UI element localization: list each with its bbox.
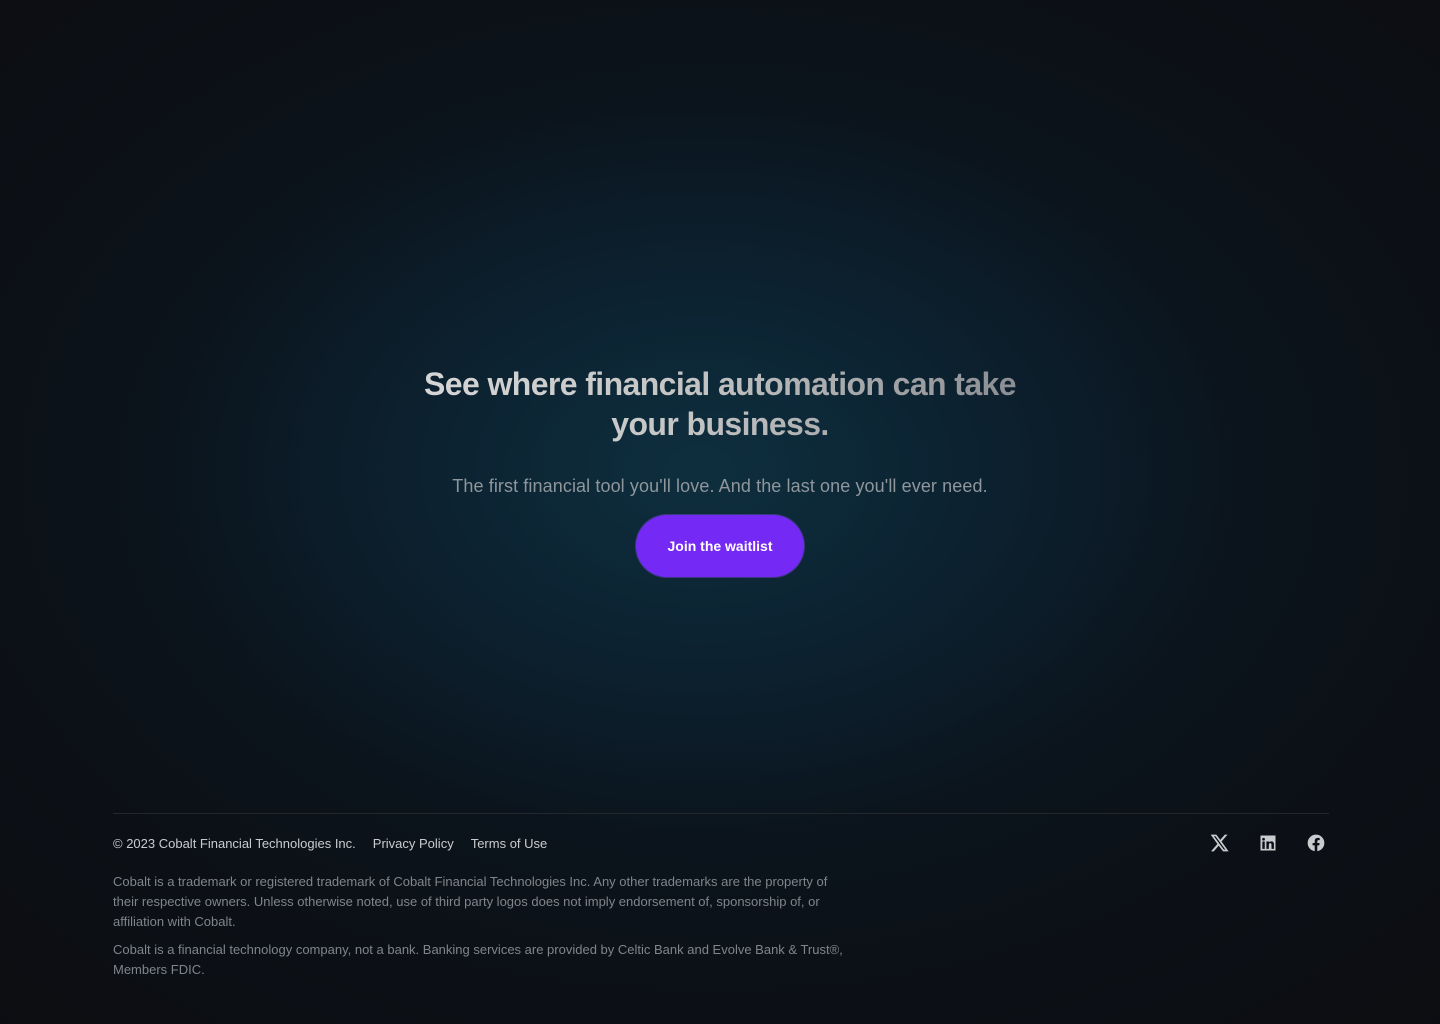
join-waitlist-button[interactable]: Join the waitlist [636, 515, 804, 577]
hero-headline: See where financial automation can take … [420, 364, 1020, 444]
copyright-text: © 2023 Cobalt Financial Technologies Inc… [113, 835, 356, 851]
footer-top-row: © 2023 Cobalt Financial Technologies Inc… [113, 814, 1329, 872]
trademark-disclaimer: Cobalt is a trademark or registered trad… [113, 874, 828, 929]
hero-section: See where financial automation can take … [0, 364, 1440, 577]
facebook-icon[interactable] [1306, 833, 1326, 853]
site-footer: © 2023 Cobalt Financial Technologies Inc… [113, 813, 1329, 980]
terms-of-use-link[interactable]: Terms of Use [471, 836, 548, 851]
linkedin-icon[interactable] [1258, 833, 1278, 853]
banking-disclaimer: Cobalt is a financial technology company… [113, 942, 843, 977]
legal-disclaimers: Cobalt is a trademark or registered trad… [113, 872, 1329, 980]
footer-links: © 2023 Cobalt Financial Technologies Inc… [113, 836, 564, 851]
x-icon[interactable] [1210, 833, 1230, 853]
privacy-policy-link[interactable]: Privacy Policy [373, 836, 454, 851]
hero-subheadline: The first financial tool you'll love. An… [452, 476, 988, 496]
social-links [1210, 833, 1329, 853]
